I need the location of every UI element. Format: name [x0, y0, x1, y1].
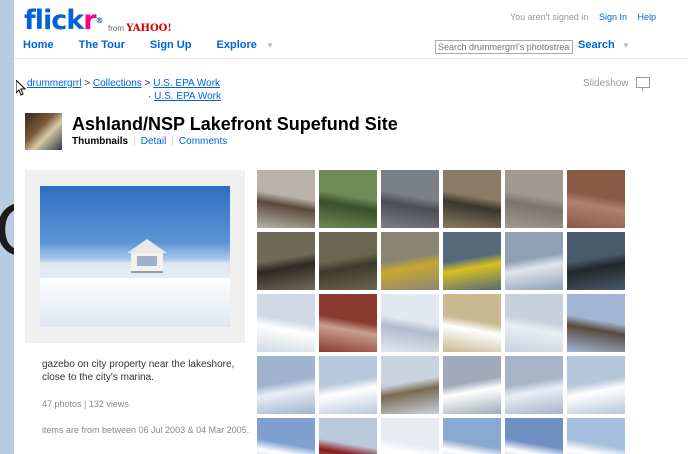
photo-thumbnail[interactable]: [505, 418, 563, 454]
from-yahoo-logo: from YAHOO!: [108, 23, 172, 34]
set-dates: items are from between 06 Jul 2003 & 04 …: [42, 425, 250, 435]
photo-thumbnail[interactable]: [443, 356, 501, 414]
photo-thumbnail[interactable]: [505, 232, 563, 290]
photo-thumbnail[interactable]: [319, 294, 377, 352]
explore-dropdown-icon[interactable]: ▼: [266, 41, 274, 50]
breadcrumb-collections[interactable]: Collections: [93, 78, 142, 89]
set-description: gazebo on city property near the lakesho…: [42, 359, 235, 383]
nav-home[interactable]: Home: [23, 39, 54, 51]
set-title: Ashland/NSP Lakefront Supefund Site: [72, 114, 398, 134]
nav-the-tour[interactable]: The Tour: [79, 39, 125, 51]
photo-thumbnail[interactable]: [381, 294, 439, 352]
flickr-page: flickr® from YAHOO! You aren't signed in…: [14, 0, 688, 454]
photo-thumbnail[interactable]: [381, 170, 439, 228]
photo-thumbnail[interactable]: [319, 232, 377, 290]
thumbnail-grid: [257, 170, 627, 454]
nav-divider: [14, 58, 688, 59]
photo-thumbnail[interactable]: [443, 232, 501, 290]
search-button[interactable]: Search: [578, 39, 615, 51]
photo-thumbnail[interactable]: [505, 294, 563, 352]
slideshow-link[interactable]: Slideshow: [583, 78, 629, 89]
set-avatar[interactable]: [25, 113, 62, 150]
tab-detail[interactable]: Detail: [141, 136, 167, 147]
flickr-logo[interactable]: flickr®: [24, 6, 104, 36]
photo-thumbnail[interactable]: [505, 170, 563, 228]
photo-thumbnail[interactable]: [567, 418, 625, 454]
photo-thumbnail[interactable]: [319, 170, 377, 228]
tab-thumbnails[interactable]: Thumbnails: [72, 136, 128, 147]
breadcrumb: drummergrrl > Collections > U.S. EPA Wor…: [27, 78, 221, 89]
mouse-cursor-icon: [16, 80, 26, 96]
slideshow-icon[interactable]: [636, 77, 650, 91]
photo-thumbnail[interactable]: [567, 232, 625, 290]
signed-status: You aren't signed in: [509, 12, 589, 22]
breadcrumb-user[interactable]: drummergrrl: [27, 78, 81, 89]
tab-comments[interactable]: Comments: [179, 136, 227, 147]
photo-thumbnail[interactable]: [567, 170, 625, 228]
breadcrumb-collection[interactable]: U.S. EPA Work: [153, 78, 220, 89]
breadcrumb-subcollection: · U.S. EPA Work: [148, 91, 221, 102]
nav-sign-up[interactable]: Sign Up: [150, 39, 192, 51]
photo-thumbnail[interactable]: [257, 170, 315, 228]
search-input[interactable]: [435, 40, 573, 54]
photo-thumbnail[interactable]: [257, 418, 315, 454]
photo-thumbnail[interactable]: [443, 294, 501, 352]
photo-thumbnail[interactable]: [567, 356, 625, 414]
photo-thumbnail[interactable]: [505, 356, 563, 414]
nav-explore[interactable]: Explore: [217, 39, 257, 51]
photo-thumbnail[interactable]: [319, 418, 377, 454]
cover-photo[interactable]: [40, 186, 230, 327]
search-dropdown-icon[interactable]: ▼: [622, 41, 630, 50]
sign-in-link[interactable]: Sign In: [599, 12, 627, 22]
photo-thumbnail[interactable]: [381, 232, 439, 290]
photo-thumbnail[interactable]: [381, 356, 439, 414]
photo-thumbnail[interactable]: [443, 418, 501, 454]
breadcrumb-collection-2[interactable]: U.S. EPA Work: [154, 91, 221, 102]
set-counts: 47 photos | 132 views: [42, 399, 129, 409]
account-links: You aren't signed in Sign In Help: [510, 12, 656, 22]
photo-thumbnail[interactable]: [319, 356, 377, 414]
set-view-tabs: Thumbnails | Detail | Comments: [72, 136, 228, 147]
photo-thumbnail[interactable]: [381, 418, 439, 454]
photo-thumbnail[interactable]: [443, 170, 501, 228]
photo-thumbnail[interactable]: [257, 356, 315, 414]
photo-thumbnail[interactable]: [567, 294, 625, 352]
main-nav: Home The Tour Sign Up Explore ▼: [23, 39, 296, 51]
help-link[interactable]: Help: [637, 12, 656, 22]
photo-thumbnail[interactable]: [257, 294, 315, 352]
photo-thumbnail[interactable]: [257, 232, 315, 290]
